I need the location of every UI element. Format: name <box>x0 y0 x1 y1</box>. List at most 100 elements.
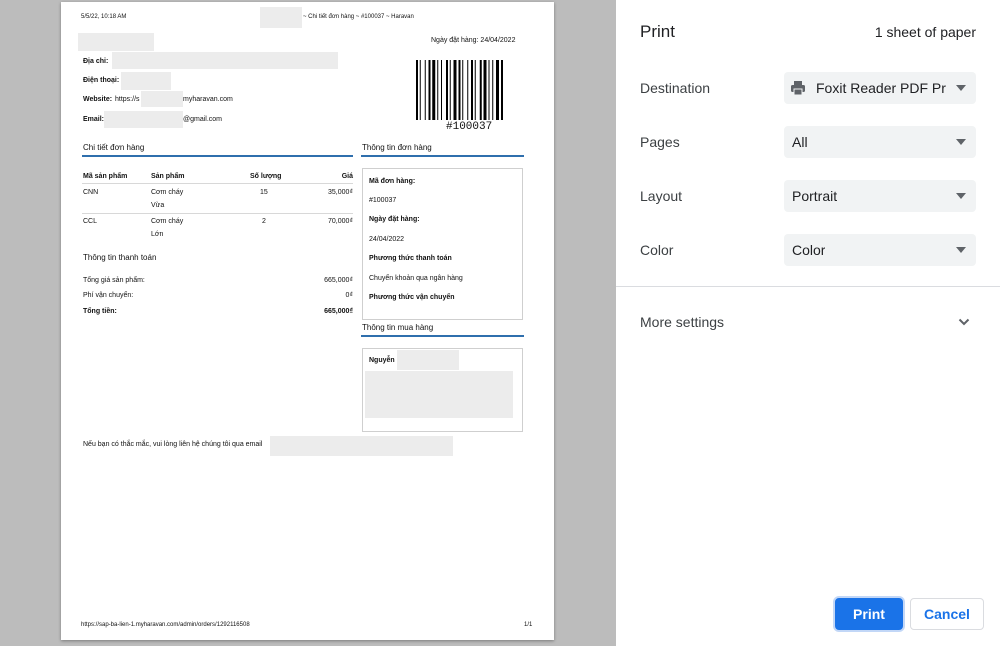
order-date-header: Ngày đặt hàng: 24/04/2022 <box>431 37 516 44</box>
barcode-bar <box>449 60 451 120</box>
row2-variant: Lớn <box>151 231 164 238</box>
barcode-bar <box>467 60 469 120</box>
layout-label: Layout <box>640 188 683 204</box>
color-label: Color <box>640 242 674 258</box>
print-preview-area: 5/5/22, 10:18 AM ~ Chi tiết đơn hàng ~ #… <box>0 0 616 646</box>
redacted-address <box>112 52 338 69</box>
barcode-bar <box>488 60 490 120</box>
chevron-down-icon <box>958 318 970 326</box>
barcode-bar <box>496 60 499 120</box>
address-label: Địa chỉ: <box>83 58 109 65</box>
barcode-bar <box>462 60 464 120</box>
chevron-down-icon <box>956 139 966 145</box>
order-date-value: 24/04/2022 <box>369 236 405 243</box>
email-suffix: @gmail.com <box>183 116 223 123</box>
print-title: Print <box>640 22 675 41</box>
buyer-name: Nguyễn <box>369 357 395 364</box>
redacted-email <box>104 111 183 128</box>
barcode-bar <box>419 60 421 120</box>
payment-method-label: Phương thức thanh toán <box>369 255 452 262</box>
sheet-count: 1 sheet of paper <box>874 24 976 40</box>
pages-value: All <box>792 134 808 150</box>
section-divider <box>82 155 353 157</box>
website-suffix: myharavan.com <box>183 96 233 103</box>
website-label: Website: <box>83 96 113 103</box>
chevron-down-icon <box>956 193 966 199</box>
order-detail-title: Chi tiết đơn hàng <box>83 143 145 152</box>
redacted-website <box>141 91 183 107</box>
more-settings-toggle[interactable]: More settings <box>616 300 1000 344</box>
printer-icon <box>791 81 805 96</box>
barcode-bar <box>492 60 494 120</box>
barcode-bar <box>446 60 448 120</box>
order-date-label: Ngày đặt hàng: <box>369 216 420 223</box>
print-button[interactable]: Print <box>835 598 903 630</box>
table-divider <box>82 213 353 214</box>
website-prefix: https://s <box>115 96 140 103</box>
pages-label: Pages <box>640 134 680 150</box>
row2-qty: 2 <box>262 218 266 225</box>
barcode-bar <box>416 60 418 120</box>
layout-select[interactable]: Portrait <box>784 180 976 212</box>
row1-qty: 15 <box>260 189 268 196</box>
chevron-down-icon <box>956 85 966 91</box>
row1-variant: Vừa <box>151 202 165 209</box>
order-info-title: Thông tin đơn hàng <box>362 143 432 152</box>
color-select[interactable]: Color <box>784 234 976 266</box>
col-price-header: Giá <box>341 173 353 180</box>
row2-price: 70,000₫ <box>327 218 353 225</box>
cancel-button[interactable]: Cancel <box>910 598 984 630</box>
barcode-bar <box>471 60 473 120</box>
payment-method-value: Chuyển khoản qua ngân hàng <box>369 275 463 282</box>
order-code-label: Mã đơn hàng: <box>369 178 416 185</box>
barcode-bar <box>428 60 431 120</box>
settings-divider <box>616 286 1000 287</box>
order-code-value: #100037 <box>369 197 397 204</box>
footer-page-number: 1/1 <box>524 622 533 628</box>
email-label: Email: <box>83 116 105 123</box>
redacted-phone <box>121 72 171 90</box>
more-settings-label: More settings <box>640 314 725 330</box>
barcode-bar <box>437 60 439 120</box>
footer-url: https://sap-ba-lien-1.myharavan.com/admi… <box>81 622 250 628</box>
color-value: Color <box>792 242 826 258</box>
header-title: ~ Chi tiết đơn hàng ~ #100037 ~ Haravan <box>303 14 414 20</box>
barcode-image <box>416 60 503 120</box>
barcode-bar <box>474 60 476 120</box>
layout-value: Portrait <box>792 188 838 204</box>
barcode-bar <box>424 60 426 120</box>
redacted-buyer-name <box>397 350 459 370</box>
col-product-header: Sản phẩm <box>151 173 185 180</box>
row1-product: Cơm cháy <box>151 189 184 196</box>
table-divider <box>82 183 353 184</box>
row1-price: 35,000₫ <box>327 189 353 196</box>
pages-select[interactable]: All <box>784 126 976 158</box>
barcode-bar <box>441 60 442 120</box>
redacted-block <box>260 7 302 28</box>
redacted-shop-name <box>78 33 154 51</box>
section-divider <box>361 155 524 157</box>
header-datetime: 5/5/22, 10:18 AM <box>81 14 127 20</box>
total-label: Tổng tiền: <box>83 308 117 315</box>
shipping-fee-value: 0₫ <box>345 292 354 299</box>
redacted-contact-email <box>270 436 453 456</box>
col-code-header: Mã sản phẩm <box>83 173 128 180</box>
payment-info-title: Thông tin thanh toán <box>83 253 157 262</box>
phone-label: Điện thoại: <box>83 77 120 84</box>
row2-product: Cơm cháy <box>151 218 184 225</box>
barcode-bar <box>453 60 457 120</box>
barcode-number: #100037 <box>446 121 493 133</box>
row2-code: CCL <box>83 218 98 225</box>
barcode-bar <box>479 60 482 120</box>
barcode-bar <box>501 60 503 120</box>
buyer-info-title: Thông tin mua hàng <box>362 323 434 332</box>
destination-select[interactable]: Foxit Reader PDF Printer <box>784 72 976 104</box>
barcode-bar <box>483 60 487 120</box>
total-value: 665,000₫ <box>324 308 353 315</box>
contact-note: Nếu bạn có thắc mắc, vui lòng liên hệ ch… <box>83 441 263 448</box>
barcode-bar <box>458 60 461 120</box>
preview-page: 5/5/22, 10:18 AM ~ Chi tiết đơn hàng ~ #… <box>61 2 554 640</box>
barcode-bar <box>432 60 436 120</box>
shipping-fee-label: Phí vận chuyển: <box>83 292 134 299</box>
destination-value: Foxit Reader PDF Printer <box>816 80 946 96</box>
